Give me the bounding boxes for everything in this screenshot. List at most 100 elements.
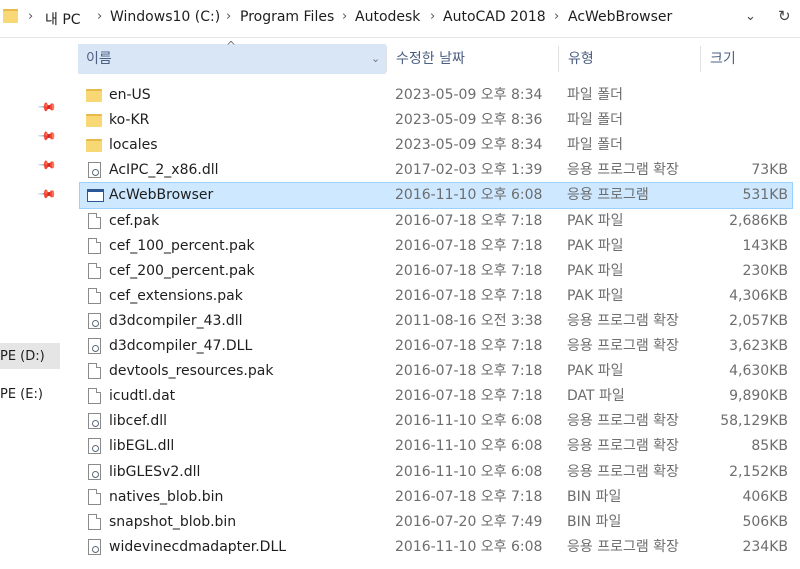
file-name: cef_extensions.pak [109,287,243,304]
file-name: natives_blob.bin [109,488,224,505]
column-header-size-label: 크기 [710,51,736,67]
file-row[interactable]: widevinecdmadapter.DLL 2016-11-10 오후 6:08… [80,535,792,560]
breadcrumb-autodesk[interactable]: Autodesk [355,9,420,25]
file-name: libGLESv2.dll [109,463,201,480]
file-date: 2016-07-18 오후 7:18 [395,237,543,254]
file-row[interactable]: AcWebBrowser 2016-11-10 오후 6:08 응용 프로그램 531… [79,182,793,210]
column-header-name-label: 이름 [86,51,112,67]
column-header-type-label: 유형 [568,51,594,67]
chevron-right-icon[interactable]: › [554,9,559,24]
file-date: 2016-07-18 오후 7:18 [395,488,543,505]
file-date: 2016-11-10 오후 6:08 [395,463,543,480]
file-size: 3,623KB [729,338,788,354]
file-row[interactable]: d3dcompiler_47.DLL 2016-07-18 오후 7:18 응용 프… [80,334,792,359]
file-date: 2016-11-10 오후 6:08 [395,187,543,204]
refresh-icon[interactable]: ↻ [778,7,791,25]
file-size: 531KB [742,187,788,204]
file-row[interactable]: icudtl.dat 2016-07-18 오후 7:18 DAT 파일 9,890K… [80,384,792,409]
file-row[interactable]: locales 2023-05-09 오후 8:34 파일 폴더 [80,133,792,158]
dll-icon [88,338,101,354]
file-type: PAK 파일 [567,237,624,254]
chevron-right-icon[interactable]: › [342,9,347,24]
file-row[interactable]: snapshot_blob.bin 2016-07-20 오후 7:49 BIN 파… [80,510,792,535]
file-size: 2,152KB [729,463,788,480]
file-icon [88,287,101,304]
column-header-name[interactable]: 이름 ^ ⌄ [78,39,386,74]
column-header-type[interactable]: 유형 [560,44,700,74]
file-name: AcIPC_2_x86.dll [109,162,219,179]
chevron-down-icon[interactable]: ⌄ [371,44,380,74]
file-date: 2023-05-09 오후 8:34 [395,137,543,154]
dll-icon [88,162,101,179]
file-row[interactable]: cef_extensions.pak 2016-07-18 오후 7:18 PAK … [80,284,792,309]
column-divider[interactable] [558,46,559,72]
file-date: 2016-11-10 오후 6:08 [395,538,543,555]
dll-icon [88,413,101,430]
file-row[interactable]: cef_200_percent.pak 2016-07-18 오후 7:18 PAK… [80,259,792,284]
nav-drive-e[interactable]: PE (E:) [0,387,43,402]
breadcrumb-drive[interactable]: Windows10 (C:) [110,9,220,25]
file-type: DAT 파일 [567,388,625,405]
pin-icon: 📌 [37,125,58,147]
chevron-right-icon[interactable]: › [97,9,102,24]
pin-icon: 📌 [37,96,58,118]
file-name: ko-KR [109,112,150,129]
column-divider[interactable] [700,46,701,72]
breadcrumb-program-files[interactable]: Program Files [240,9,334,25]
file-icon [88,237,101,254]
file-type: PAK 파일 [567,287,624,304]
file-date: 2016-11-10 오후 6:08 [395,438,543,455]
folder-icon [86,114,102,128]
breadcrumb-autocad[interactable]: AutoCAD 2018 [443,9,546,25]
file-name: cef_200_percent.pak [109,262,255,279]
address-bar[interactable]: › 내 PC › Windows10 (C:) › Program Files … [0,0,800,38]
file-type: PAK 파일 [567,363,624,380]
file-row[interactable]: AcIPC_2_x86.dll 2017-02-03 오후 1:39 응용 프로그램… [80,158,792,183]
file-icon [88,363,101,380]
file-date: 2023-05-09 오후 8:34 [395,87,543,103]
file-type: 파일 폴더 [567,112,623,129]
chevron-down-icon[interactable]: ⌄ [745,9,756,24]
file-name: devtools_resources.pak [109,363,274,380]
file-row[interactable]: en-US 2023-05-09 오후 8:34 파일 폴더 [80,83,792,108]
file-row[interactable]: d3dcompiler_43.dll 2011-08-16 오전 3:38 응용 프… [80,309,792,334]
file-row[interactable]: natives_blob.bin 2016-07-18 오후 7:18 BIN 파일… [80,485,792,510]
file-name: cef.pak [109,212,160,229]
file-icon [88,388,101,405]
chevron-right-icon[interactable]: › [430,9,435,24]
file-row[interactable]: libGLESv2.dll 2016-11-10 오후 6:08 응용 프로그램 확… [80,460,792,485]
file-date: 2016-07-18 오후 7:18 [395,212,543,229]
column-header-date[interactable]: 수정한 날짜 [388,44,558,74]
breadcrumb-current-folder[interactable]: AcWebBrowser [568,9,672,25]
file-row[interactable]: cef_100_percent.pak 2016-07-18 오후 7:18 PAK… [80,234,792,259]
file-row[interactable]: libEGL.dll 2016-11-10 오후 6:08 응용 프로그램 확장 85… [80,434,792,459]
file-name: locales [109,137,158,154]
file-size: 4,630KB [729,363,788,380]
file-date: 2016-07-18 오후 7:18 [395,287,543,304]
file-size: 2,686KB [729,212,788,229]
file-size: 73KB [751,162,788,179]
nav-drive-d[interactable]: PE (D:) [0,349,45,364]
chevron-right-icon[interactable]: › [28,9,33,24]
column-header-size[interactable]: 크기 [702,44,800,74]
folder-icon [86,139,102,153]
file-size: 234KB [742,538,788,555]
file-row[interactable]: ko-KR 2023-05-09 오후 8:36 파일 폴더 [80,108,792,133]
breadcrumb-this-pc[interactable]: 내 PC [45,9,81,29]
chevron-right-icon[interactable]: › [226,9,231,24]
file-date: 2016-07-18 오후 7:18 [395,388,543,405]
file-type: 응용 프로그램 확장 [567,463,679,480]
file-type: BIN 파일 [567,513,622,530]
file-size: 143KB [742,237,788,254]
file-size: 2,057KB [729,312,788,329]
file-row[interactable]: devtools_resources.pak 2016-07-18 오후 7:18… [80,359,792,384]
file-row[interactable]: libcef.dll 2016-11-10 오후 6:08 응용 프로그램 확장 58… [80,409,792,434]
file-type: BIN 파일 [567,488,622,505]
file-type: PAK 파일 [567,212,624,229]
file-date: 2016-07-18 오후 7:18 [395,338,543,354]
file-type: 응용 프로그램 확장 [567,312,679,329]
column-divider[interactable] [386,46,387,72]
file-row[interactable]: cef.pak 2016-07-18 오후 7:18 PAK 파일 2,686KB [80,209,792,234]
file-name: libcef.dll [109,413,168,430]
folder-icon [3,9,18,23]
